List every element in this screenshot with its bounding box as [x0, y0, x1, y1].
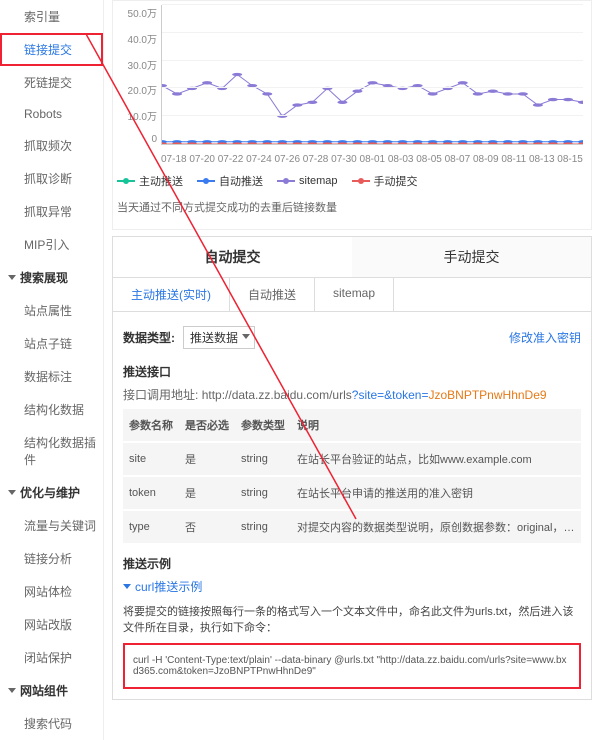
col-type: 参数类型 [235, 409, 291, 442]
sidebar-item-index[interactable]: 索引量 [0, 0, 103, 33]
sidebar-group-components[interactable]: 网站组件 [0, 674, 103, 707]
sidebar-item-crawl-error[interactable]: 抓取异常 [0, 195, 103, 228]
sidebar-item-traffic[interactable]: 流量与关键词 [0, 509, 103, 542]
legend-swatch-icon [352, 180, 370, 182]
chart-x-axis: 07-1807-2007-2207-2407-2607-2807-3008-01… [161, 154, 583, 165]
chart-plot-area [161, 5, 583, 145]
api-url: 接口调用地址: http://data.zz.baidu.com/urls?si… [123, 386, 581, 403]
chart-legend: 主动推送 自动推送 sitemap 手动提交 [117, 165, 587, 197]
curl-code-box: curl -H 'Content-Type:text/plain' --data… [123, 643, 581, 689]
sidebar-item-link-analysis[interactable]: 链接分析 [0, 542, 103, 575]
sidebar-item-deadlink[interactable]: 死链提交 [0, 66, 103, 99]
table-row: token是string在站长平台申请的推送用的准入密钥 [123, 476, 581, 510]
sidebar-item-robots[interactable]: Robots [0, 99, 103, 129]
subtab-active-push[interactable]: 主动推送(实时) [113, 278, 230, 311]
legend-active-push[interactable]: 主动推送 [117, 173, 183, 189]
table-header-row: 参数名称 是否必选 参数类型 说明 [123, 409, 581, 442]
sidebar-group-search-display[interactable]: 搜索展现 [0, 261, 103, 294]
sidebar-item-crawl-diag[interactable]: 抓取诊断 [0, 162, 103, 195]
caret-down-icon [123, 584, 131, 589]
col-desc: 说明 [291, 409, 581, 442]
table-row: type否string对提交内容的数据类型说明，原创数据参数：original，… [123, 510, 581, 544]
subtab-auto-push[interactable]: 自动推送 [230, 278, 315, 311]
sidebar-item-site-prop[interactable]: 站点属性 [0, 294, 103, 327]
sidebar-group-optimize[interactable]: 优化与维护 [0, 476, 103, 509]
data-type-label: 数据类型: [123, 329, 175, 346]
col-name: 参数名称 [123, 409, 179, 442]
sidebar-item-structured[interactable]: 结构化数据 [0, 393, 103, 426]
legend-swatch-icon [197, 180, 215, 182]
chart-note: 当天通过不同方式提交成功的去重后链接数量 [117, 197, 587, 225]
main-content: 010.0万20.0万30.0万40.0万50.0万 07-1807-2007-… [104, 0, 600, 740]
sidebar-item-link-submit[interactable]: 链接提交 [0, 33, 103, 66]
sidebar-item-data-annot[interactable]: 数据标注 [0, 360, 103, 393]
legend-auto-push[interactable]: 自动推送 [197, 173, 263, 189]
modify-password-link[interactable]: 修改准入密钥 [509, 329, 581, 346]
tab-auto-submit[interactable]: 自动提交 [113, 237, 352, 277]
caret-down-icon [8, 688, 16, 693]
sidebar-item-structured-plugin[interactable]: 结构化数据插件 [0, 426, 103, 476]
legend-manual[interactable]: 手动提交 [352, 173, 418, 189]
tab-manual-submit[interactable]: 手动提交 [352, 237, 591, 277]
legend-sitemap[interactable]: sitemap [277, 173, 338, 189]
submit-subtabs: 主动推送(实时) 自动推送 sitemap [112, 278, 592, 312]
legend-swatch-icon [117, 180, 135, 182]
sidebar-item-site-sublink[interactable]: 站点子链 [0, 327, 103, 360]
instruction-text: 将要提交的链接按照每行一条的格式写入一个文本文件中，命名此文件为urls.txt… [123, 603, 581, 635]
sidebar-item-site-close[interactable]: 闭站保护 [0, 641, 103, 674]
table-row: site是string在站长平台验证的站点，比如www.example.com [123, 442, 581, 476]
chart-y-axis: 010.0万20.0万30.0万40.0万50.0万 [117, 5, 157, 145]
caret-down-icon [8, 490, 16, 495]
api-section: 数据类型: 推送数据 修改准入密钥 推送接口 接口调用地址: http://da… [112, 312, 592, 700]
subtab-sitemap[interactable]: sitemap [315, 278, 394, 311]
col-required: 是否必选 [179, 409, 235, 442]
sidebar-item-crawl-freq[interactable]: 抓取频次 [0, 129, 103, 162]
sidebar-item-site-check[interactable]: 网站体检 [0, 575, 103, 608]
line-chart[interactable]: 010.0万20.0万30.0万40.0万50.0万 07-1807-2007-… [117, 5, 587, 165]
params-table: 参数名称 是否必选 参数类型 说明 site是string在站长平台验证的站点，… [123, 409, 581, 545]
example-title: 推送示例 [123, 555, 581, 572]
chart-panel: 010.0万20.0万30.0万40.0万50.0万 07-1807-2007-… [112, 0, 592, 230]
data-type-select[interactable]: 推送数据 [183, 326, 255, 349]
submit-tabs: 自动提交 手动提交 [112, 236, 592, 278]
sidebar-item-mip[interactable]: MIP引入 [0, 228, 103, 261]
sidebar: 索引量 链接提交 死链提交 Robots 抓取频次 抓取诊断 抓取异常 MIP引… [0, 0, 104, 740]
curl-example-toggle[interactable]: curl推送示例 [123, 578, 202, 595]
legend-swatch-icon [277, 180, 295, 182]
api-title: 推送接口 [123, 363, 581, 380]
caret-down-icon [8, 275, 16, 280]
sidebar-item-site-revise[interactable]: 网站改版 [0, 608, 103, 641]
sidebar-item-search-code[interactable]: 搜索代码 [0, 707, 103, 740]
